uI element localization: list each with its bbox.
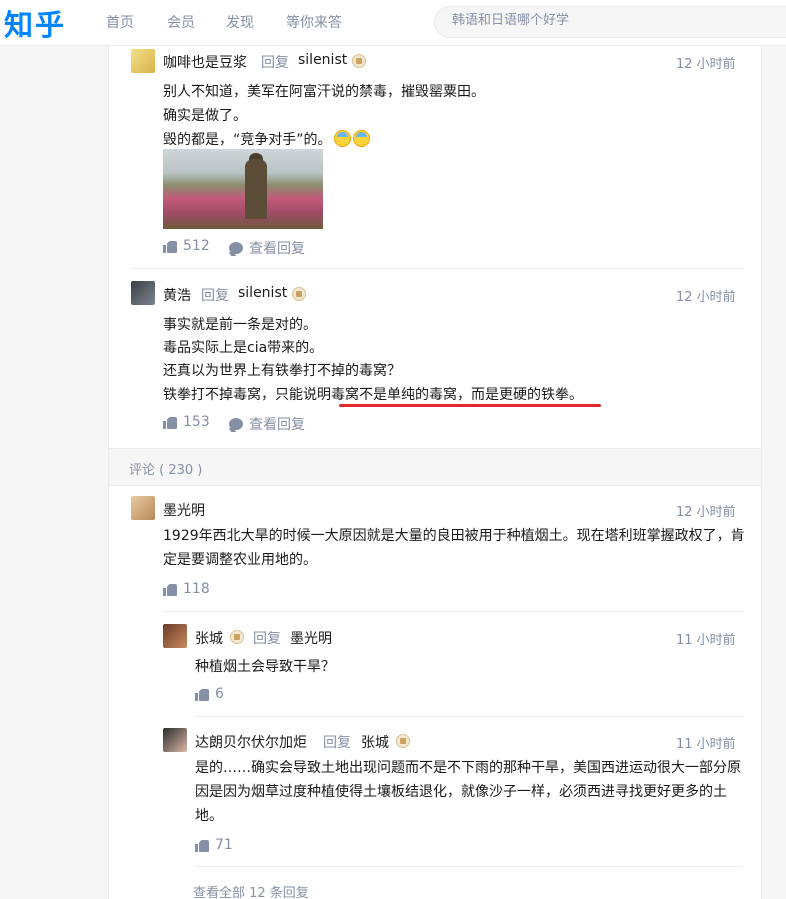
reply-time: 12 小时前 <box>676 57 736 72</box>
sweat-smile-emoji-icon <box>352 130 370 147</box>
reply-text: 是的……确实会导致土地出现问题而不是不下雨的那种干旱，美国西进运动很大一部分原因… <box>195 760 741 824</box>
poppy-field-soldier-image[interactable] <box>163 149 323 229</box>
reply-target[interactable]: silenist <box>298 52 347 68</box>
thumb-up-icon <box>195 688 209 701</box>
reply-time: 11 小时前 <box>676 633 736 648</box>
thumb-up-icon <box>163 583 177 596</box>
sweat-smile-emoji-icon <box>333 130 351 147</box>
comment-time: 12 小时前 <box>676 505 736 520</box>
nav-membership[interactable]: 会员 <box>167 12 195 32</box>
view-all-replies-link[interactable]: 查看全部 12 条回复 <box>193 882 309 899</box>
avatar[interactable] <box>131 281 155 305</box>
reply-author[interactable]: 张城 <box>195 628 223 648</box>
reply-text-line: 确实是做了。 <box>163 108 247 124</box>
reply-text-line: 毁的都是，“竞争对手”的。 <box>163 129 370 149</box>
reply-target[interactable]: 墨光明 <box>290 628 332 648</box>
reply-time: 12 小时前 <box>676 290 736 305</box>
reply-text-line: 事实就是前一条是对的。 <box>163 317 317 333</box>
like-button[interactable]: 118 <box>163 581 210 597</box>
reply-target[interactable]: 张城 <box>361 732 389 752</box>
view-replies-button[interactable]: 查看回复 <box>229 238 305 258</box>
badge-icon <box>396 734 410 748</box>
reply-keyword: 回复 <box>323 735 351 751</box>
avatar[interactable] <box>163 728 187 752</box>
comment-text: 1929年西北大旱的时候一大原因就是大量的良田被用于种植烟土。现在塔利班掌握政权… <box>163 528 745 568</box>
reply-text: 种植烟土会导致干旱？ <box>195 659 335 675</box>
reply-author[interactable]: 达朗贝尔伏尔加炬 <box>195 732 307 752</box>
reply-text-line: 还真以为世界上有铁拳打不掉的毒窝？ <box>163 363 401 379</box>
comments-count: 评论 ( 230 ) <box>129 463 203 478</box>
avatar[interactable] <box>131 49 155 73</box>
search-box[interactable] <box>434 6 786 38</box>
reply-text-line: 毒品实际上是cia带来的。 <box>163 340 324 356</box>
reply-keyword: 回复 <box>201 288 229 304</box>
avatar[interactable] <box>131 496 155 520</box>
thumb-up-icon <box>163 240 177 253</box>
nav-discover[interactable]: 发现 <box>226 12 254 32</box>
nav-home[interactable]: 首页 <box>106 12 134 32</box>
reply-author[interactable]: 黄浩 <box>163 285 191 305</box>
reply-author[interactable]: 咖啡也是豆浆 <box>163 52 247 72</box>
search-input[interactable] <box>452 13 772 28</box>
comment-bubble-icon <box>229 242 243 254</box>
divider <box>195 716 743 717</box>
avatar[interactable] <box>163 624 187 648</box>
reply-text-line: 别人不知道，美军在阿富汗说的禁毒，摧毁罂粟田。 <box>163 84 485 100</box>
comment-author[interactable]: 墨光明 <box>163 500 205 520</box>
comment-bubble-icon <box>229 418 243 430</box>
badge-icon <box>230 630 244 644</box>
thumb-up-icon <box>163 416 177 429</box>
reply-target[interactable]: silenist <box>238 285 287 301</box>
reply-time: 11 小时前 <box>676 737 736 752</box>
badge-icon <box>352 54 366 68</box>
top-navbar: 知乎 首页 会员 发现 等你来答 <box>0 0 786 46</box>
zhihu-logo[interactable]: 知乎 <box>4 2 66 44</box>
highlight-underline <box>339 404 601 407</box>
view-replies-button[interactable]: 查看回复 <box>229 414 305 434</box>
divider <box>131 268 743 269</box>
like-button[interactable]: 6 <box>195 686 224 702</box>
comment-card: 咖啡也是豆浆 回复 silenist 12 小时前 别人不知道，美军在阿富汗说的… <box>108 46 762 899</box>
nav-waiting-answers[interactable]: 等你来答 <box>286 12 342 32</box>
reply-text-line: 铁拳打不掉毒窝，只能说明毒窝不是单纯的毒窝，而是更硬的铁拳。 <box>163 387 583 403</box>
like-button[interactable]: 512 <box>163 238 210 254</box>
badge-icon <box>292 287 306 301</box>
divider <box>195 866 743 867</box>
reply-keyword: 回复 <box>253 631 281 647</box>
like-button[interactable]: 71 <box>195 837 233 853</box>
reply-keyword: 回复 <box>261 55 289 71</box>
like-button[interactable]: 153 <box>163 414 210 430</box>
comments-count-header: 评论 ( 230 ) <box>109 448 761 486</box>
divider <box>163 611 743 612</box>
thumb-up-icon <box>195 839 209 852</box>
